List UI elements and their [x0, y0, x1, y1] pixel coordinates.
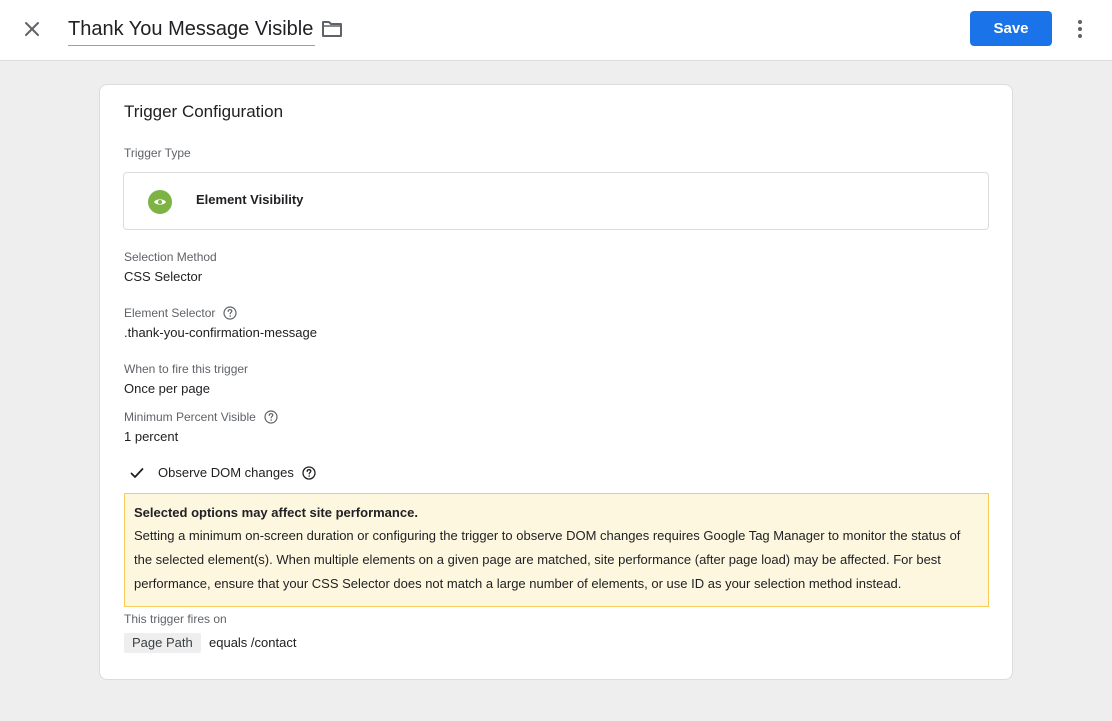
close-icon: [25, 22, 39, 36]
folder-icon: [322, 21, 342, 37]
filter-condition: equals /contact: [209, 635, 297, 650]
trigger-type-selector[interactable]: Element Visibility: [123, 172, 989, 230]
element-selector-label: Element Selector: [124, 306, 216, 320]
save-button[interactable]: Save: [970, 11, 1052, 46]
check-icon: [130, 467, 144, 478]
trigger-configuration-card: Trigger Configuration Trigger Type Eleme…: [99, 84, 1013, 680]
when-to-fire-value: Once per page: [124, 381, 211, 396]
element-selector-label-row: Element Selector: [124, 306, 237, 320]
performance-warning: Selected options may affect site perform…: [124, 493, 989, 607]
top-bar: Thank You Message Visible Save: [0, 0, 1112, 61]
eye-icon: [148, 190, 172, 214]
folder-button[interactable]: [319, 17, 345, 41]
help-icon[interactable]: [302, 465, 316, 480]
close-button[interactable]: [18, 15, 46, 43]
card-title: Trigger Configuration: [124, 102, 284, 121]
trigger-name-field[interactable]: Thank You Message Visible: [68, 16, 316, 46]
selection-method-label: Selection Method: [124, 250, 217, 264]
help-icon[interactable]: [223, 306, 237, 320]
min-percent-visible-value: 1 percent: [124, 429, 179, 444]
more-vert-icon: [1078, 20, 1082, 38]
filter-variable-chip: Page Path: [124, 633, 201, 653]
trigger-type-value: Element Visibility: [196, 192, 304, 207]
element-selector-value: .thank-you-confirmation-message: [124, 325, 317, 340]
when-to-fire-label: When to fire this trigger: [124, 362, 249, 376]
trigger-type-label: Trigger Type: [124, 146, 191, 160]
min-percent-visible-label: Minimum Percent Visible: [124, 410, 256, 424]
selection-method-value: CSS Selector: [124, 269, 203, 284]
fires-on-label: This trigger fires on: [124, 612, 227, 626]
more-options-button[interactable]: [1068, 15, 1092, 43]
help-icon[interactable]: [264, 410, 278, 424]
observe-dom-label: Observe DOM changes: [158, 465, 294, 480]
min-percent-visible-label-row: Minimum Percent Visible: [124, 410, 278, 424]
warning-title: Selected options may affect site perform…: [134, 505, 418, 520]
observe-dom-row: Observe DOM changes: [130, 465, 316, 480]
warning-body: Setting a minimum on-screen duration or …: [134, 528, 961, 591]
